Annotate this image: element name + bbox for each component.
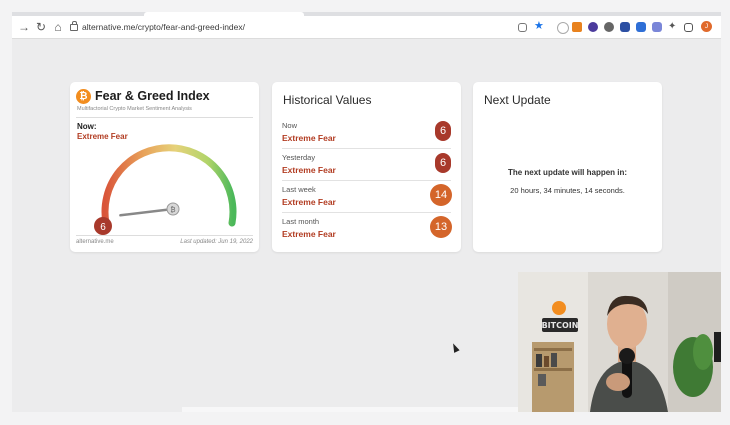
history-row-now: Now Extreme Fear 6 bbox=[282, 116, 451, 148]
period-label: Yesterday bbox=[282, 153, 316, 162]
next-update-card: Next Update The next update will happen … bbox=[473, 82, 662, 252]
url-text: alternative.me/crypto/fear-and-greed-ind… bbox=[82, 22, 245, 32]
classification-text: Extreme Fear bbox=[282, 229, 336, 239]
history-row-last-week: Last week Extreme Fear 14 bbox=[282, 180, 452, 212]
extension-icon[interactable] bbox=[620, 22, 630, 32]
metamask-icon[interactable] bbox=[572, 22, 582, 32]
fear-greed-card: ₿ Fear & Greed Index Multifactorial Cryp… bbox=[70, 82, 259, 252]
sidebar-icon[interactable] bbox=[684, 23, 693, 32]
last-updated-text: Last updated: Jun 19, 2022 bbox=[180, 239, 253, 245]
extension-icon[interactable] bbox=[557, 22, 569, 34]
now-label: Now: bbox=[77, 122, 97, 131]
source-link[interactable]: alternative.me bbox=[76, 239, 114, 245]
classification-text: Extreme Fear bbox=[282, 197, 336, 207]
browser-toolbar: → ↻ ⌂ alternative.me/crypto/fear-and-gre… bbox=[12, 16, 721, 39]
countdown-text: 20 hours, 34 minutes, 14 seconds. bbox=[510, 186, 625, 195]
divider bbox=[76, 235, 253, 236]
bitcoin-decor-icon bbox=[552, 301, 566, 315]
card-title: Historical Values bbox=[283, 93, 372, 107]
forward-icon[interactable]: → bbox=[16, 19, 32, 35]
browser-window: → ↻ ⌂ alternative.me/crypto/fear-and-gre… bbox=[12, 12, 721, 412]
next-update-label: The next update will happen in: bbox=[507, 168, 628, 177]
share-icon[interactable] bbox=[518, 23, 527, 32]
historical-values-card: Historical Values Now Extreme Fear 6 Yes… bbox=[272, 82, 461, 252]
value-badge: 13 bbox=[430, 216, 452, 238]
extension-icon[interactable] bbox=[652, 22, 662, 32]
bitcoin-sign-text: BITCOIN bbox=[542, 321, 579, 330]
bitcoin-logo-icon: ₿ bbox=[76, 89, 91, 104]
history-row-yesterday: Yesterday Extreme Fear 6 bbox=[282, 148, 451, 180]
card-subtitle: Multifactorial Crypto Market Sentiment A… bbox=[77, 106, 192, 112]
home-icon[interactable]: ⌂ bbox=[50, 19, 66, 35]
extension-icon[interactable] bbox=[636, 22, 646, 32]
page-fade bbox=[182, 407, 532, 412]
extension-icon[interactable] bbox=[588, 22, 598, 32]
gauge-needle bbox=[119, 207, 175, 217]
chat-extension-icon[interactable] bbox=[604, 22, 614, 32]
period-label: Last week bbox=[282, 185, 316, 194]
gauge-hub-symbol: ₿ bbox=[170, 206, 175, 214]
history-row-last-month: Last month Extreme Fear 13 bbox=[282, 212, 452, 244]
lock-icon bbox=[70, 21, 78, 31]
gauge-value-text: 6 bbox=[100, 222, 106, 233]
value-badge: 6 bbox=[435, 153, 451, 173]
profile-avatar[interactable]: J bbox=[701, 21, 712, 32]
puzzle-icon[interactable]: ✦ bbox=[668, 22, 678, 32]
webcam-overlay: BITCOIN bbox=[518, 272, 721, 412]
classification-text: Extreme Fear bbox=[282, 133, 336, 143]
sentiment-gauge: ₿ 6 bbox=[94, 144, 237, 235]
card-title: Fear & Greed Index bbox=[95, 89, 210, 103]
presenter-video: BITCOIN bbox=[518, 272, 721, 412]
address-bar[interactable]: alternative.me/crypto/fear-and-greed-ind… bbox=[70, 19, 510, 35]
classification-text: Extreme Fear bbox=[282, 165, 336, 175]
bookmark-star-icon[interactable]: ★ bbox=[534, 21, 544, 32]
card-title: Next Update bbox=[484, 93, 551, 107]
mouse-cursor-icon bbox=[450, 342, 460, 353]
period-label: Last month bbox=[282, 217, 320, 226]
divider bbox=[76, 117, 253, 118]
reload-icon[interactable]: ↻ bbox=[33, 19, 49, 35]
value-badge: 6 bbox=[435, 121, 451, 141]
value-badge: 14 bbox=[430, 184, 452, 206]
period-label: Now bbox=[282, 121, 298, 130]
